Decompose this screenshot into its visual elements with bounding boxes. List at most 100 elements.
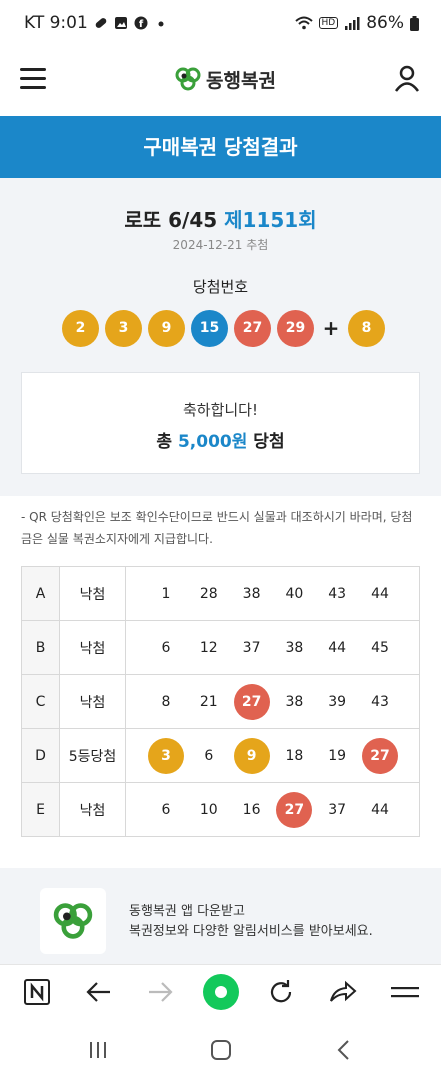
dot-icon [158, 21, 164, 27]
prize-amount: 5,000원 [177, 432, 248, 452]
back-icon[interactable] [84, 975, 114, 1009]
home-icon[interactable] [202, 974, 240, 1010]
hamburger-menu-icon[interactable] [20, 68, 46, 90]
winning-numbers-label: 당첨번호 [192, 278, 249, 296]
share-icon[interactable] [328, 975, 358, 1009]
logo-text: 동행복권 [206, 69, 276, 92]
ticket-row: E 낙첨 6 10 16 27 37 44 [21, 782, 420, 837]
ticket-number: 43 [328, 585, 347, 602]
promo-text: 동행복권 앱 다운받고 복권정보와 다양한 알림서비스를 받아보세요. [129, 902, 373, 942]
winning-numbers: 2 3 9 15 27 29 +8 [62, 309, 391, 347]
ticket-numbers: 6 10 16 27 37 44 [125, 782, 420, 837]
result-box: 축하합니다! 총 5,000원 당첨 [21, 372, 420, 474]
ticket-number: 18 [285, 747, 304, 764]
ticket-number: 37 [328, 801, 347, 818]
svg-text:f: f [139, 19, 144, 30]
app-promo[interactable]: 동행복권 앱 다운받고 복권정보와 다양한 알림서비스를 받아보세요. [0, 868, 441, 964]
winning-number-ball: 29 [277, 309, 314, 347]
total-suffix: 당첨 [247, 432, 285, 452]
draw-result-section: 로또 6/45 제1151회 2024-12-21 추첨 당첨번호 2 3 9 15 2… [0, 178, 441, 496]
promo-logo [40, 888, 106, 954]
ticket-number: 45 [371, 639, 389, 656]
ticket-number: 6 [204, 747, 214, 764]
ticket-row: D 5등당첨 3 6 9 18 19 27 [21, 728, 420, 783]
back-button-icon[interactable] [332, 1038, 356, 1062]
ticket-number: 40 [285, 585, 304, 602]
draw-date: 2024-12-21 추첨 [172, 238, 269, 252]
ticket-number: 6 [161, 639, 171, 656]
app-header: 동행복권 [0, 50, 441, 116]
ticket-number: 6 [161, 801, 171, 818]
ticket-number: 43 [371, 693, 389, 710]
ticket-number: 39 [328, 693, 347, 710]
ticket-result: 5등당첨 [59, 728, 126, 783]
ticket-row: C 낙첨 8 21 27 38 39 43 [21, 674, 420, 729]
browser-toolbar [0, 964, 441, 1021]
forward-icon[interactable] [145, 975, 175, 1009]
ticket-number: 10 [199, 801, 218, 818]
ticket-result: 낙첨 [59, 566, 126, 621]
ticket-id: C [21, 674, 60, 729]
winning-number-ball: 15 [191, 309, 228, 347]
ticket-number: 44 [371, 801, 389, 818]
user-icon[interactable] [393, 64, 421, 92]
round-number: 제1151회 [224, 208, 317, 232]
ticket-number: 16 [242, 801, 261, 818]
promo-line-1: 동행복권 앱 다운받고 [129, 904, 245, 919]
winning-number-ball: 9 [148, 309, 185, 347]
ticket-number: 38 [242, 585, 261, 602]
hd-badge: HD [318, 17, 339, 29]
ticket-result: 낙첨 [59, 782, 126, 837]
ticket-number: 12 [199, 639, 218, 656]
status-left: KT 9:01 f [24, 13, 168, 33]
qr-notice: - QR 당첨확인은 보조 확인수단이므로 반드시 실물과 대조하시기 바라며,… [21, 510, 413, 546]
matched-number: 27 [233, 683, 270, 720]
ticket-result: 낙첨 [59, 674, 126, 729]
promo-line-2: 복권정보와 다양한 알림서비스를 받아보세요. [129, 924, 373, 939]
home-button-icon[interactable] [209, 1038, 233, 1062]
matched-number: 27 [276, 791, 313, 828]
ticket-number: 8 [161, 693, 171, 710]
status-bar: KT 9:01 f HD 86% [0, 0, 441, 50]
matched-number: 27 [361, 737, 398, 774]
matched-number: 3 [148, 737, 184, 774]
ticket-table: A 낙첨 1 28 38 40 43 44 B 낙첨 6 12 37 38 44 45 C 낙첨 8 21 27 38 39… [21, 566, 420, 837]
ticket-result: 낙첨 [59, 620, 126, 675]
ticket-id: A [21, 566, 60, 621]
wifi-icon [294, 16, 313, 30]
carrier-time: KT 9:01 [24, 13, 88, 33]
ticket-number: 38 [285, 639, 304, 656]
naver-icon[interactable] [22, 975, 52, 1009]
logo[interactable]: 동행복권 [174, 64, 276, 94]
system-navigation-bar [0, 1020, 441, 1080]
ticket-number: 1 [161, 585, 171, 602]
winning-number-ball: 27 [234, 309, 271, 347]
ticket-number: 28 [199, 585, 218, 602]
ticket-number: 37 [242, 639, 261, 656]
gallery-icon [114, 17, 127, 29]
ticket-number: 21 [199, 693, 218, 710]
facebook-icon: f [134, 16, 148, 30]
battery-icon [410, 15, 419, 31]
ticket-number: 44 [371, 585, 389, 602]
ticket-row: A 낙첨 1 28 38 40 43 44 [21, 566, 420, 621]
ticket-number: 19 [328, 747, 347, 764]
ticket-numbers: 3 6 9 18 19 27 [125, 728, 420, 783]
signal-icon [345, 17, 360, 30]
refresh-icon[interactable] [266, 975, 296, 1009]
plus-sign: + [322, 316, 340, 340]
battery-percent: 86% [366, 13, 404, 33]
ticket-number: 38 [285, 693, 304, 710]
status-right: HD 86% [294, 13, 419, 33]
game-name: 로또 6/45 [124, 208, 218, 232]
winning-number-ball: 2 [62, 309, 99, 347]
ticket-number: 44 [328, 639, 347, 656]
recent-apps-icon[interactable] [86, 1038, 110, 1062]
matched-number: 9 [233, 737, 270, 774]
menu-icon[interactable] [390, 975, 420, 1009]
congrats-text: 축하합니다! [182, 401, 258, 419]
winning-number-ball: 3 [105, 309, 142, 347]
pill-icon [95, 18, 107, 28]
total-prize: 총 5,000원 당첨 [22, 427, 419, 452]
clover-logo-icon [53, 903, 93, 939]
